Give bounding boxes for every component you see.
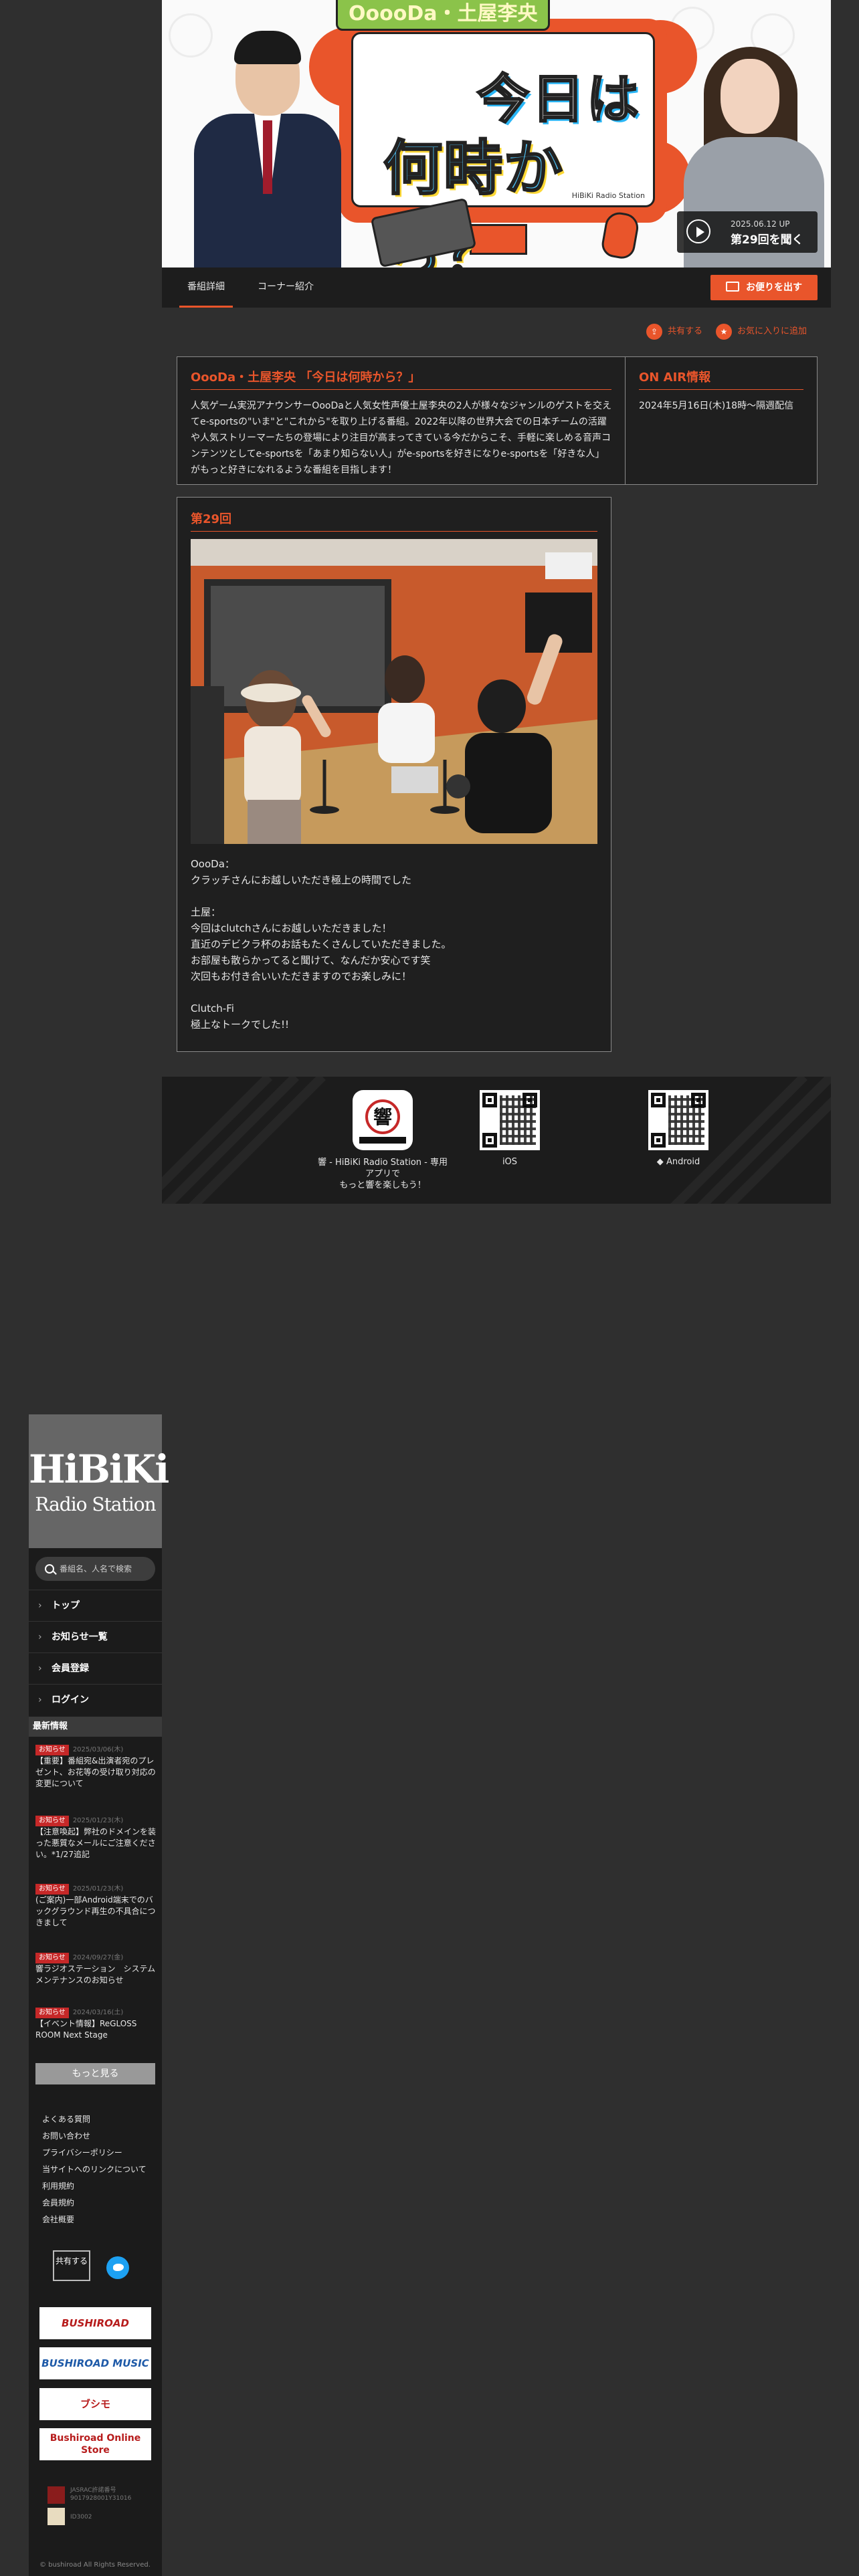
footer-link-faq[interactable]: よくある質問	[42, 2113, 90, 2125]
ios-download[interactable]: iOS	[476, 1090, 543, 1167]
tab-corner-intro[interactable]: コーナー紹介	[249, 267, 322, 308]
hibiki-app-icon: 響	[353, 1090, 413, 1150]
jasrac-logo-icon	[47, 2486, 65, 2504]
news-title: 響ラジオステーション システムメンテナンスのお知らせ	[35, 1964, 156, 1985]
footer-link-terms[interactable]: 利用規約	[42, 2180, 74, 2191]
share-button[interactable]: ⇪ 共有する	[646, 323, 702, 340]
sidebar-item-login[interactable]: ログイン	[29, 1684, 162, 1715]
search-placeholder: 番組名、人名で検索	[60, 1564, 132, 1574]
app-download-bar: 響 響 - HiBiKi Radio Station - 専用アプリで もっと響…	[162, 1077, 831, 1204]
episode-studio-photo	[191, 539, 597, 844]
news-heading: 最新情報	[29, 1717, 162, 1737]
app-promo[interactable]: 響 響 - HiBiKi Radio Station - 専用アプリで もっと響…	[316, 1090, 450, 1191]
ios-label: iOS	[502, 1157, 518, 1167]
banner-bushiroad[interactable]: BUSHIROAD	[39, 2307, 151, 2339]
episode-upload-date: 2025.06.12 UP	[731, 219, 790, 229]
on-air-title: ON AIR情報	[639, 368, 803, 390]
banner-online-store[interactable]: Bushiroad Online Store	[39, 2428, 151, 2460]
svg-text:響: 響	[373, 1106, 392, 1128]
news-badge: お知らせ	[35, 1884, 69, 1895]
program-info-box: OooDa・土屋李央 「今日は何時から？」 人気ゲーム実況アナウンサーOooDa…	[177, 356, 818, 485]
license-id-text: ID3002	[70, 2514, 92, 2520]
copyright: © bushiroad All Rights Reserved.	[39, 2561, 151, 2569]
send-mail-label: お便りを出す	[746, 282, 802, 293]
program-description: 人気ゲーム実況アナウンサーOooDaと人気女性声優土屋李央の2人が様々なジャンル…	[191, 401, 612, 475]
share-icon: ⇪	[646, 323, 662, 340]
news-badge: お知らせ	[35, 1953, 69, 1963]
banner-bushimo[interactable]: ブシモ	[39, 2388, 151, 2420]
footer-link-privacy[interactable]: プライバシーポリシー	[42, 2147, 122, 2158]
android-label: Android	[666, 1157, 700, 1167]
banner-bushiroad-music[interactable]: BUSHIROAD MUSIC	[39, 2347, 151, 2379]
envelope-icon	[726, 282, 739, 292]
favorite-label: お気に入りに追加	[737, 326, 807, 336]
logo-line1: HiBiKi	[29, 1446, 169, 1492]
android-download[interactable]: ◆ Android	[645, 1090, 712, 1167]
footer-link-company[interactable]: 会社概要	[42, 2214, 74, 2225]
program-description-panel: OooDa・土屋李央 「今日は何時から？」 人気ゲーム実況アナウンサーOooDa…	[177, 357, 626, 484]
favorite-button[interactable]: ★ お気に入りに追加	[716, 323, 807, 340]
program-hero-banner: 今日は 何時から？ HiBiKi Radio Station OoooDa・土屋…	[162, 0, 831, 267]
news-title: (ご案内)一部Android端末でのバックグラウンド再生の不具合につきまして	[35, 1895, 156, 1927]
footer-link-linking[interactable]: 当サイトへのリンクについて	[42, 2163, 147, 2175]
app-caption: 響 - HiBiKi Radio Station - 専用アプリで もっと響を楽…	[318, 1158, 448, 1190]
android-icon: ◆	[656, 1157, 664, 1167]
ios-qr-code	[480, 1090, 540, 1150]
play-icon	[686, 219, 710, 243]
episode-title: 第29回	[191, 510, 597, 532]
host-man-tie	[263, 120, 272, 194]
studio-photo-illustration	[191, 539, 597, 844]
more-news-button[interactable]: もっと見る	[35, 2063, 155, 2084]
twitter-icon[interactable]	[106, 2256, 129, 2279]
nextone-logo-icon	[47, 2508, 65, 2525]
logo-line2: Radio Station	[35, 1493, 156, 1515]
show-logo: OoooDa・土屋李央	[336, 0, 551, 31]
news-date: 2025/01/23(木)	[72, 1885, 124, 1893]
android-qr-code	[648, 1090, 708, 1150]
footer-link-contact[interactable]: お問い合わせ	[42, 2130, 90, 2141]
episode-box: 第29回 OooDa： クラッチさんにお越しいただき極上の時間でした 土屋： 今…	[177, 497, 611, 1052]
news-date: 2025/01/23(木)	[72, 1817, 124, 1824]
news-title: 【注意喚起】弊社のドメインを装った悪質なメールにご注意ください。*1/27追記	[35, 1827, 157, 1859]
news-date: 2024/03/16(土)	[72, 2009, 124, 2016]
search-input[interactable]: 番組名、人名で検索	[35, 1557, 155, 1581]
sidebar-item-news-list[interactable]: お知らせ一覧	[29, 1621, 162, 1652]
hero-credit: HiBiKi Radio Station	[571, 191, 645, 200]
program-title: OooDa・土屋李央 「今日は何時から？」	[191, 368, 611, 390]
footer-link-member-terms[interactable]: 会員規約	[42, 2197, 74, 2208]
star-icon: ★	[716, 323, 732, 340]
news-item[interactable]: お知らせ 2024/09/27(金) 響ラジオステーション システムメンテナンスの…	[35, 1951, 156, 1986]
on-air-panel: ON AIR情報 2024年5月16日(木)18時〜隔週配信	[626, 357, 817, 484]
episode-comment: OooDa： クラッチさんにお越しいただき極上の時間でした 土屋： 今回はclu…	[191, 858, 452, 1031]
search-icon	[45, 1564, 54, 1574]
host-woman-head	[721, 59, 779, 134]
sidebar-share-button[interactable]: 共有する	[53, 2250, 90, 2281]
news-item[interactable]: お知らせ 2024/03/16(土) 【イベント情報】ReGLOSS ROOM N…	[35, 2006, 156, 2041]
news-badge: お知らせ	[35, 1816, 69, 1826]
news-item[interactable]: お知らせ 2025/03/06(木) 【重要】番組宛&出演者宛のプレゼント、お花等…	[35, 1743, 156, 1790]
jasrac-text: JASRAC許諾番号 9017928001Y31016	[70, 2487, 132, 2502]
listen-label: 第29回を聞く	[731, 233, 803, 247]
play-latest-episode-button[interactable]: 2025.06.12 UP 第29回を聞く	[677, 211, 818, 253]
share-label: 共有する	[668, 326, 703, 336]
news-date: 2024/09/27(金)	[72, 1954, 124, 1961]
news-title: 【イベント情報】ReGLOSS ROOM Next Stage	[35, 2019, 137, 2040]
sidebar-item-top[interactable]: トップ	[29, 1590, 162, 1621]
send-mail-button[interactable]: お便りを出す	[710, 275, 818, 300]
news-item[interactable]: お知らせ 2025/01/23(木) 【注意喚起】弊社のドメインを装った悪質なメー…	[35, 1814, 156, 1860]
site-logo[interactable]: HiBiKi Radio Station	[29, 1414, 169, 1548]
on-air-text: 2024年5月16日(木)18時〜隔週配信	[639, 401, 794, 411]
news-item[interactable]: お知らせ 2025/01/23(木) (ご案内)一部Android端末でのバックグ…	[35, 1883, 156, 1929]
news-badge: お知らせ	[35, 1745, 69, 1755]
news-badge: お知らせ	[35, 2008, 69, 2018]
news-title: 【重要】番組宛&出演者宛のプレゼント、お花等の受け取り対応の変更について	[35, 1756, 156, 1788]
decor-circle	[169, 13, 213, 58]
program-tab-bar: 番組詳細 コーナー紹介 お便りを出す	[162, 267, 831, 308]
tab-program-detail[interactable]: 番組詳細	[179, 267, 233, 308]
news-date: 2025/03/06(木)	[72, 1746, 124, 1753]
monitor-illustration: 今日は 何時から？ HiBiKi Radio Station OoooDa・土屋…	[336, 0, 667, 267]
sidebar-item-register[interactable]: 会員登録	[29, 1652, 162, 1684]
sidebar: HiBiKi Radio Station 番組名、人名で検索 トップ お知らせ一…	[29, 1414, 169, 2576]
host-man-hair	[234, 31, 301, 64]
